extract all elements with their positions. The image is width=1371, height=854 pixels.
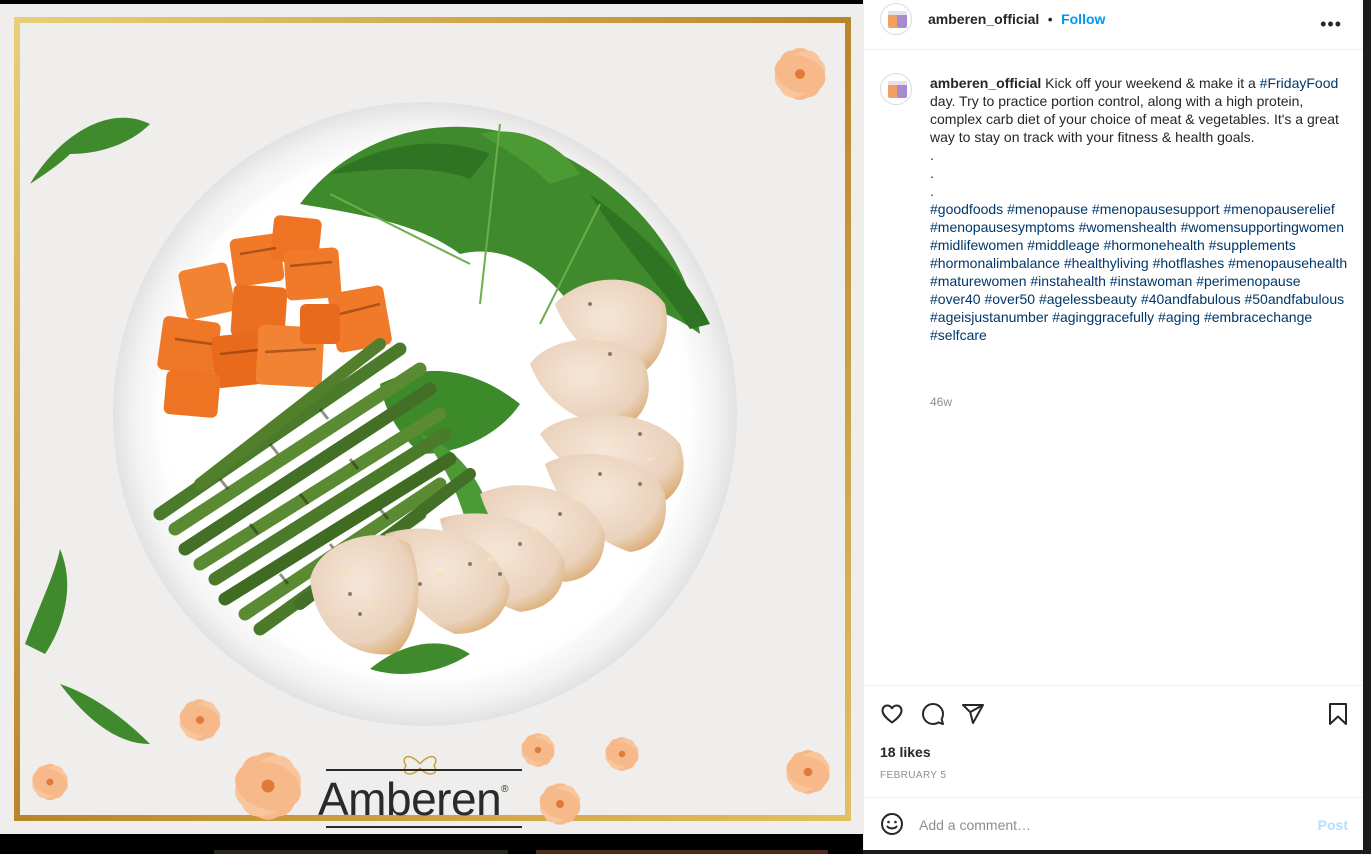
like-heart-icon[interactable] [880, 702, 904, 731]
hashtag[interactable]: #hormonehealth [1104, 237, 1205, 253]
caption-avatar[interactable] [880, 73, 912, 105]
photo-bottom-edge [0, 834, 863, 854]
window-edge [1363, 0, 1371, 854]
hashtag[interactable]: #menopausesupport [1092, 201, 1220, 217]
separator-dot: • [1047, 11, 1053, 27]
post-time-ago[interactable]: 46w [930, 395, 952, 409]
hashtag[interactable]: #healthyliving [1064, 255, 1149, 271]
food-illustration [14, 17, 851, 825]
emoji-smiley-icon[interactable] [880, 812, 904, 841]
caption-username[interactable]: amberen_official [930, 75, 1041, 91]
comment-input[interactable] [919, 814, 1299, 836]
caption-text-1: Kick off your weekend & make it a [1045, 75, 1256, 91]
hashtag[interactable]: #agelessbeauty [1039, 291, 1137, 307]
hashtag[interactable]: #womensupportingwomen [1181, 219, 1344, 235]
hashtag[interactable]: #hotflashes [1153, 255, 1225, 271]
hashtag[interactable]: #selfcare [930, 327, 987, 343]
hashtag[interactable]: #hormonalimbalance [930, 255, 1060, 271]
hashtag[interactable]: #supplements [1209, 237, 1296, 253]
hashtag[interactable]: #middleage [1027, 237, 1099, 253]
header-username[interactable]: amberen_official [928, 11, 1039, 27]
hashtag[interactable]: #over50 [984, 291, 1035, 307]
logo-rule-top [326, 769, 522, 771]
post-header: amberen_official • Follow ••• [864, 0, 1364, 50]
brand-logo: Amberen® [318, 773, 509, 825]
hashtag[interactable]: #perimenopause [1196, 273, 1300, 289]
logo-rule-bottom [326, 826, 522, 828]
comment-bubble-icon[interactable] [921, 702, 945, 731]
hashtag[interactable]: #aginggracefully [1052, 309, 1154, 325]
avatar[interactable] [880, 3, 912, 35]
hashtag-fridayfood[interactable]: #FridayFood [1260, 75, 1339, 91]
hashtag[interactable]: #instahealth [1030, 273, 1106, 289]
hashtag[interactable]: #goodfoods [930, 201, 1003, 217]
caption-dot: . [930, 183, 934, 199]
caption-dot: . [930, 147, 934, 163]
post-details-panel: amberen_official • Follow ••• amberen_of… [863, 0, 1364, 850]
hashtag[interactable]: #midlifewomen [930, 237, 1023, 253]
hashtag[interactable]: #menopauserelief [1223, 201, 1334, 217]
post-date: FEBRUARY 5 [880, 770, 947, 781]
hashtag[interactable]: #aging [1158, 309, 1200, 325]
more-options-icon[interactable]: ••• [1320, 14, 1342, 35]
hashtag[interactable]: #ageisjustanumber [930, 309, 1048, 325]
caption-text-2: day. Try to practice portion control, al… [930, 93, 1339, 145]
hashtag[interactable]: #menopausehealth [1228, 255, 1347, 271]
comment-bar: Post [864, 797, 1364, 850]
hashtag[interactable]: #over40 [930, 291, 981, 307]
food-photo: Amberen® [0, 4, 863, 834]
hashtag-list: #goodfoods #menopause #menopausesupport … [930, 200, 1348, 344]
hashtag[interactable]: #instawoman [1110, 273, 1193, 289]
post-comment-button[interactable]: Post [1318, 817, 1348, 833]
share-paper-plane-icon[interactable] [961, 702, 985, 731]
hashtag[interactable]: #50andfabulous [1244, 291, 1344, 307]
hashtag[interactable]: #embracechange [1204, 309, 1312, 325]
hashtag[interactable]: #maturewomen [930, 273, 1027, 289]
follow-button[interactable]: Follow [1061, 11, 1105, 27]
hashtag[interactable]: #womenshealth [1079, 219, 1177, 235]
hashtag[interactable]: #40andfabulous [1141, 291, 1241, 307]
post-image[interactable]: Amberen® [0, 0, 863, 854]
post-caption: amberen_official Kick off your weekend &… [930, 74, 1348, 344]
hashtag[interactable]: #menopause [1007, 201, 1088, 217]
likes-count[interactable]: 18 likes [880, 744, 931, 760]
post-actions: 18 likes FEBRUARY 5 [864, 685, 1364, 797]
hashtag[interactable]: #menopausesymptoms [930, 219, 1075, 235]
caption-dot: . [930, 165, 934, 181]
save-bookmark-icon[interactable] [1327, 702, 1349, 731]
